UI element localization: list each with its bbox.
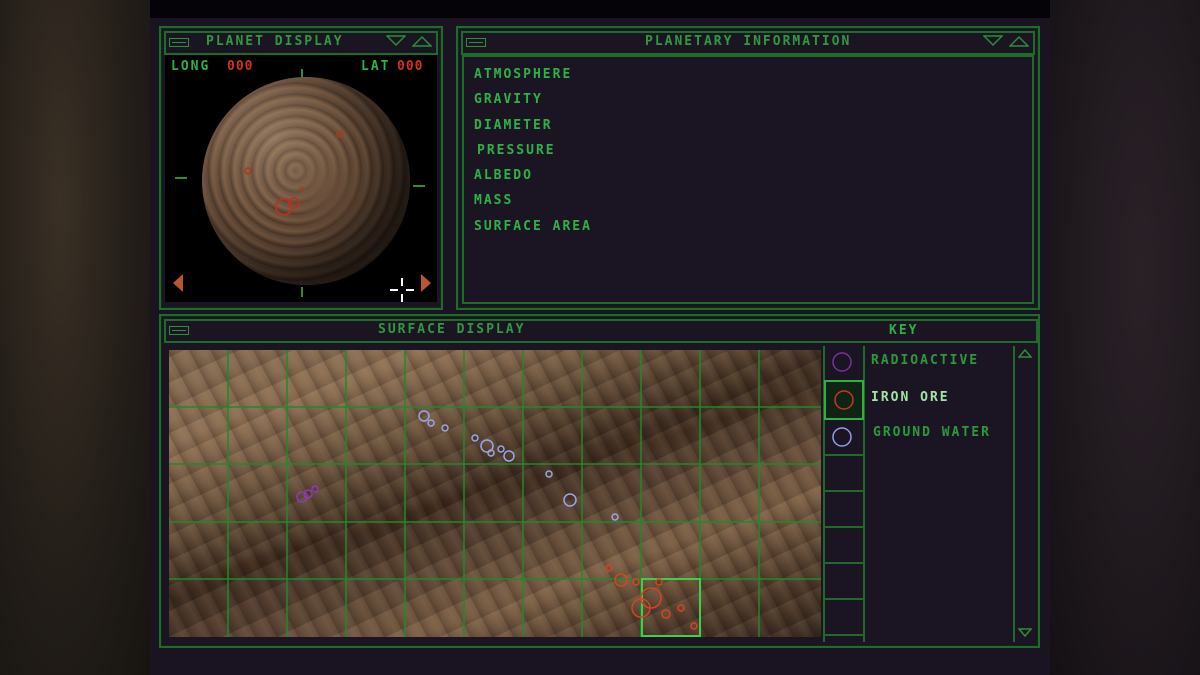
triangle-down-icon[interactable]	[983, 35, 1003, 47]
info-field-pressure: PRESSURE	[477, 142, 556, 158]
key-cell-empty[interactable]	[825, 456, 863, 492]
info-field-surface-area: SURFACE AREA	[474, 218, 592, 234]
scroll-up-icon[interactable]	[1018, 348, 1032, 358]
background-left	[0, 0, 150, 675]
planet-globe[interactable]	[202, 77, 410, 285]
info-field-gravity: GRAVITY	[474, 92, 543, 108]
left-tick	[175, 177, 187, 179]
planet-display-title: PLANET DISPLAY	[206, 34, 344, 49]
longitude-label: LONG	[171, 59, 211, 74]
top-bar	[150, 0, 1050, 18]
key-title: KEY	[889, 323, 919, 338]
info-field-albedo: ALBEDO	[474, 168, 533, 184]
scroll-down-icon[interactable]	[1018, 628, 1032, 638]
key-cell-ground-water[interactable]	[825, 420, 863, 456]
planetary-information-title: PLANETARY INFORMATION	[645, 34, 852, 49]
key-label-radioactive[interactable]: RADIOACTIVE	[871, 353, 979, 368]
planetary-information-panel: PLANETARY INFORMATION ATMOSPHERE GRAVITY…	[456, 26, 1040, 310]
surface-display-panel: SURFACE DISPLAY KEY RADIOACTIVE IRON ORE…	[159, 314, 1040, 648]
key-column	[823, 346, 865, 642]
longitude-value: 000	[227, 59, 254, 74]
triangle-up-icon[interactable]	[412, 35, 432, 47]
planetary-information-body: ATMOSPHERE GRAVITY DIAMETER PRESSURE ALB…	[462, 55, 1034, 304]
triangle-up-icon[interactable]	[1009, 35, 1029, 47]
collapse-icon[interactable]	[169, 326, 189, 335]
key-cell-empty[interactable]	[825, 528, 863, 564]
collapse-icon[interactable]	[169, 38, 189, 47]
planet-view[interactable]: LONG 000 LAT 000	[165, 55, 437, 302]
rotate-right-icon[interactable]	[419, 273, 433, 293]
key-cell-iron-ore[interactable]	[824, 380, 864, 420]
info-field-mass: MASS	[474, 193, 514, 209]
key-scrollbar[interactable]	[1013, 346, 1035, 642]
surface-map[interactable]	[169, 350, 821, 637]
info-field-atmosphere: ATMOSPHERE	[474, 67, 573, 82]
planet-display-titlebar[interactable]: PLANET DISPLAY	[164, 31, 438, 55]
iron-ore-markers	[605, 564, 698, 630]
key-label-iron-ore[interactable]: IRON ORE	[871, 390, 950, 405]
planetary-information-titlebar[interactable]: PLANETARY INFORMATION	[461, 31, 1035, 55]
key-cell-radioactive[interactable]	[825, 346, 863, 382]
latitude-label: LAT	[361, 59, 391, 74]
bottom-tick	[301, 287, 303, 297]
planetary-info-list: ATMOSPHERE GRAVITY DIAMETER PRESSURE ALB…	[474, 67, 592, 244]
radioactive-markers	[296, 485, 319, 503]
right-tick	[413, 185, 425, 187]
info-field-diameter: DIAMETER	[474, 117, 553, 133]
key-cell-empty[interactable]	[825, 492, 863, 528]
surface-overlay	[169, 350, 821, 637]
collapse-icon[interactable]	[466, 38, 486, 47]
triangle-down-icon[interactable]	[386, 35, 406, 47]
latitude-value: 000	[397, 59, 424, 74]
game-screen: PLANET DISPLAY LONG 000 LAT 000 PLANETAR…	[150, 0, 1050, 675]
key-cell-empty[interactable]	[825, 600, 863, 636]
key-label-ground-water[interactable]: GROUND WATER	[873, 425, 991, 440]
surface-display-title: SURFACE DISPLAY	[378, 322, 526, 337]
planet-display-panel: PLANET DISPLAY LONG 000 LAT 000	[159, 26, 443, 310]
key-cell-empty[interactable]	[825, 564, 863, 600]
ground-water-markers	[418, 410, 619, 521]
rotate-left-icon[interactable]	[171, 273, 185, 293]
background-right	[1050, 0, 1200, 675]
crosshair-icon	[390, 278, 414, 302]
